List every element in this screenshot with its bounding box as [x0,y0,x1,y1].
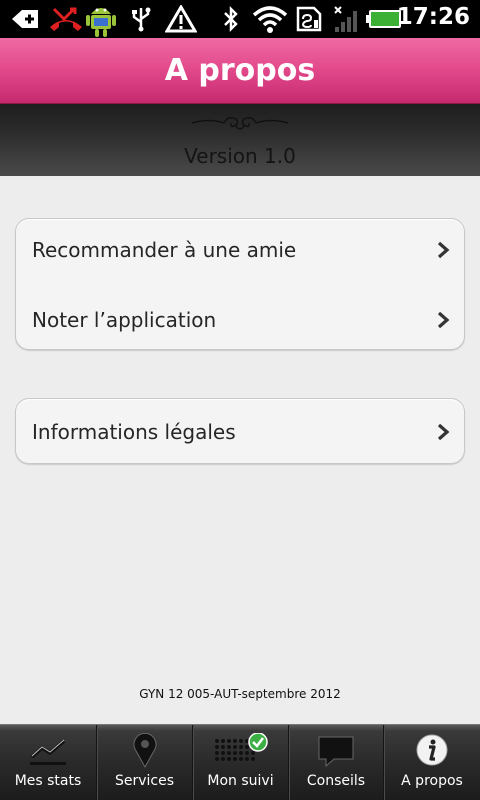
wifi-icon [252,5,288,33]
map-pin-icon [133,733,156,769]
tab-mon-suivi[interactable]: Mon suivi [193,725,289,800]
chevron-right-icon [437,311,450,329]
version-banner: Version 1.0 [0,104,480,176]
tab-conseils[interactable]: Conseils [289,725,384,800]
menu-group-share: Recommander à une amie Noter l’applicati… [15,218,465,350]
tab-mes-stats[interactable]: Mes stats [0,725,97,800]
tab-label: Services [114,773,175,789]
title-bar: A propos [0,38,480,104]
no-signal-icon [330,5,360,33]
android-debug-icon [84,0,118,38]
rate-app-label: Noter l’application [32,308,217,332]
recommend-label: Recommander à une amie [32,238,297,262]
clock: 17:26 [396,4,470,30]
tab-label: Conseils [306,773,366,789]
tab-a-propos[interactable]: A propos [384,725,480,800]
page-title: A propos [164,53,316,88]
chevron-right-icon [437,423,450,441]
tab-label: A propos [401,773,463,789]
menu-group-legal: Informations légales [15,398,465,464]
tab-label: Mes stats [14,773,82,789]
speech-bubble-icon [318,736,354,768]
sd-card-icon [294,5,324,33]
legal-info-row[interactable]: Informations légales [16,401,464,463]
missed-call-icon [48,5,84,33]
chevron-right-icon [437,241,450,259]
tab-services[interactable]: Services [97,725,193,800]
version-label: Version 1.0 [184,144,296,168]
footer-note: GYN 12 005-AUT-septembre 2012 [139,687,341,701]
calendar-check-icon [214,733,268,761]
ornament-icon [191,116,289,130]
rate-app-row[interactable]: Noter l’application [16,289,464,351]
usb-icon [128,5,154,33]
bluetooth-icon [220,5,242,33]
recommend-row[interactable]: Recommander à une amie [16,219,464,281]
status-bar: 17:26 [0,0,480,38]
notification-icon [8,5,42,33]
warning-icon [164,5,198,33]
tab-label: Mon suivi [207,773,274,789]
tab-bar: Mes stats Services Mon suivi Conseils A … [0,724,480,800]
legal-info-label: Informations légales [32,420,236,444]
chart-icon [30,739,66,765]
info-icon [416,734,448,766]
